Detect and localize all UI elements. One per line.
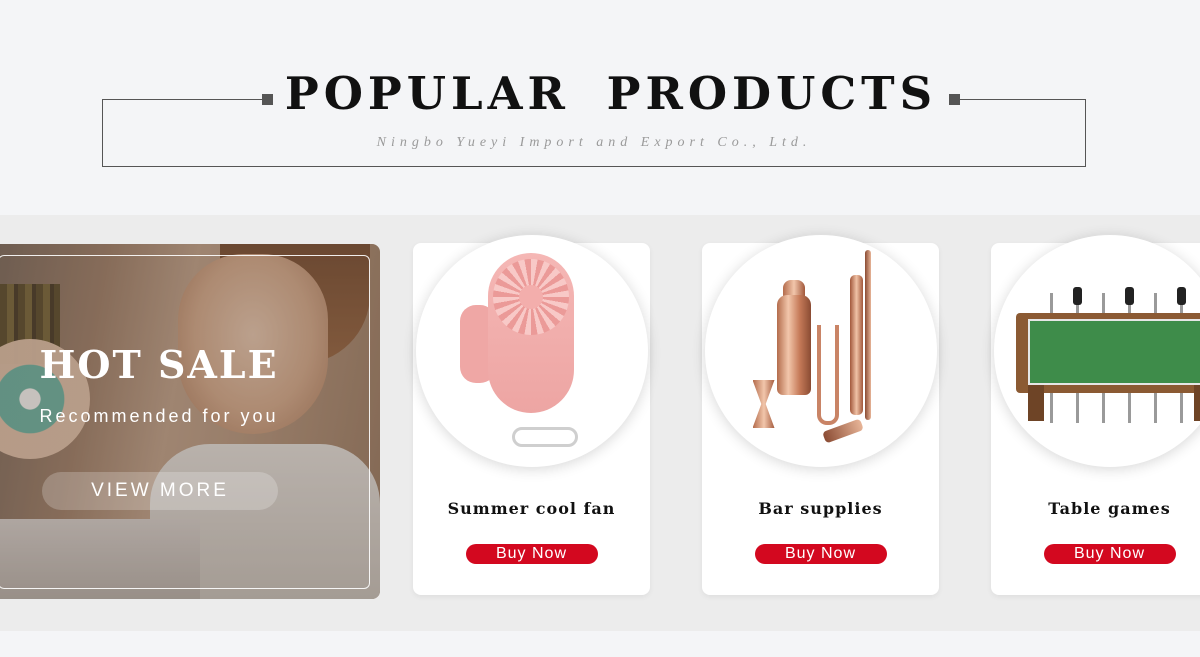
- banner-subtitle: Recommended for you: [39, 406, 279, 426]
- buy-now-button[interactable]: Buy Now: [1043, 544, 1176, 564]
- fan-cable-shape: [511, 427, 578, 447]
- product-name[interactable]: Summer cool fan: [413, 499, 650, 518]
- page-title: POPULAR PRODUCTS: [284, 67, 938, 120]
- foosball-handle: [1176, 287, 1186, 305]
- foosball-leg: [1027, 385, 1044, 421]
- product-card-fan[interactable]: Summer cool fan Buy Now: [413, 235, 650, 595]
- product-image-table-games[interactable]: [993, 235, 1200, 467]
- tongs-shape: [816, 325, 839, 425]
- product-image-fan[interactable]: [415, 235, 648, 467]
- product-name[interactable]: Table games: [991, 499, 1200, 518]
- shaker-shape: [776, 295, 811, 395]
- jigger-shape: [752, 380, 775, 428]
- product-image-bar-supplies[interactable]: [704, 235, 937, 467]
- banner-title: HOT SALE: [39, 342, 279, 387]
- foosball-field-shape: [1027, 319, 1200, 385]
- foosball-handle: [1072, 287, 1082, 305]
- buy-now-button[interactable]: Buy Now: [465, 544, 598, 564]
- hot-sale-banner[interactable]: HOT SALE Recommended for you VIEW MORE: [0, 244, 380, 599]
- foosball-handle: [1124, 287, 1134, 305]
- fan-hub-shape: [518, 285, 543, 309]
- buy-now-button[interactable]: Buy Now: [754, 544, 887, 564]
- company-subtitle: Ningbo Yueyi Import and Export Co., Ltd.: [376, 135, 812, 150]
- bar-spoon-shape: [864, 250, 871, 420]
- product-card-bar-supplies[interactable]: Bar supplies Buy Now: [702, 235, 939, 595]
- foosball-leg: [1193, 385, 1200, 421]
- view-more-button[interactable]: VIEW MORE: [42, 472, 278, 510]
- product-card-table-games[interactable]: Table games Buy Now: [991, 235, 1200, 595]
- product-name[interactable]: Bar supplies: [702, 499, 939, 518]
- title-square-right: [949, 94, 960, 105]
- muddler-shape: [849, 275, 863, 415]
